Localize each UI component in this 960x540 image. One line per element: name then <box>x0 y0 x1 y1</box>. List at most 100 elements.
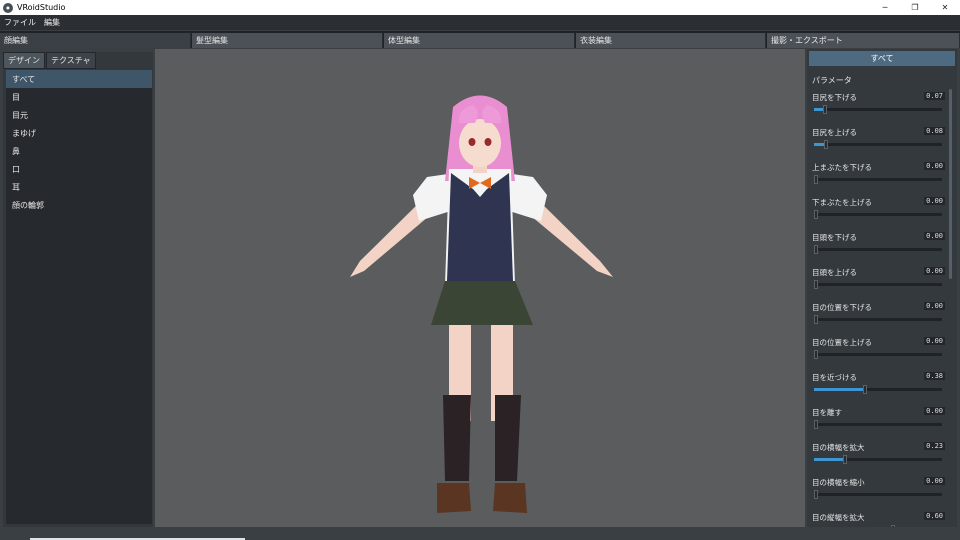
category-nose[interactable]: 鼻 <box>6 142 152 160</box>
avatar-face <box>459 119 501 167</box>
parameter-panel: すべて パラメータ 目尻を下げる 0.07 目尻を上げる 0.08 上まぶたを下げる 0.… <box>807 49 957 527</box>
parameter-row: 目を近づける 0.38 <box>809 371 948 406</box>
parameter-slider[interactable] <box>814 455 942 464</box>
parameter-row: 目を離す 0.00 <box>809 406 948 441</box>
slider-fill <box>814 458 844 461</box>
tab-hair-edit[interactable]: 髪型編集 <box>192 33 383 48</box>
slider-handle[interactable] <box>814 245 818 254</box>
3d-viewport[interactable] <box>155 49 805 527</box>
slider-fill <box>814 388 863 391</box>
slider-handle[interactable] <box>814 315 818 324</box>
parameter-value-field[interactable]: 0.00 <box>924 477 945 485</box>
category-ears[interactable]: 耳 <box>6 178 152 196</box>
parameter-label: 目を近づける <box>812 373 857 382</box>
parameter-row: 目頭を上げる 0.00 <box>809 266 948 301</box>
window-controls: ─ ❐ ✕ <box>870 0 960 15</box>
parameter-row: 目の横幅を縮小 0.00 <box>809 476 948 511</box>
left-panel: デザイン テクスチャ すべて 目 目元 まゆげ 鼻 口 耳 顔の輪郭 <box>3 52 153 527</box>
slider-handle[interactable] <box>890 525 895 527</box>
parameter-value-field[interactable]: 0.00 <box>924 302 945 310</box>
parameter-row: 目の位置を上げる 0.00 <box>809 336 948 371</box>
parameter-value-field[interactable]: 0.60 <box>924 512 945 520</box>
parameter-label: 目頭を上げる <box>812 268 857 277</box>
slider-handle[interactable] <box>862 385 867 394</box>
parameter-slider[interactable] <box>814 245 942 254</box>
minimize-button[interactable]: ─ <box>870 0 900 15</box>
parameter-slider[interactable] <box>814 350 942 359</box>
parameter-row: 目尻を下げる 0.07 <box>809 91 948 126</box>
title-bar: ● VRoidStudio ─ ❐ ✕ <box>0 0 960 15</box>
avatar-left-eye <box>468 138 476 146</box>
parameter-label: 目の位置を上げる <box>812 338 872 347</box>
parameter-value-field[interactable]: 0.00 <box>924 407 945 415</box>
avatar-skirt <box>431 281 533 325</box>
parameter-slider[interactable] <box>814 280 942 289</box>
parameter-row: 目頭を下げる 0.00 <box>809 231 948 266</box>
parameter-row: 目尻を上げる 0.08 <box>809 126 948 161</box>
slider-handle[interactable] <box>814 490 818 499</box>
subtab-design[interactable]: デザイン <box>3 52 45 69</box>
menu-edit[interactable]: 編集 <box>40 17 64 28</box>
slider-handle[interactable] <box>814 350 818 359</box>
category-all[interactable]: すべて <box>6 70 152 88</box>
slider-handle[interactable] <box>814 210 818 219</box>
parameter-value-field[interactable]: 0.08 <box>924 127 945 135</box>
parameter-row: 上まぶたを下げる 0.00 <box>809 161 948 196</box>
parameter-value-field[interactable]: 0.23 <box>924 442 945 450</box>
category-eyes[interactable]: 目 <box>6 88 152 106</box>
parameter-slider[interactable] <box>814 175 942 184</box>
category-mouth[interactable]: 口 <box>6 160 152 178</box>
all-button[interactable]: すべて <box>809 51 955 66</box>
parameter-value-field[interactable]: 0.00 <box>924 337 945 345</box>
parameter-value-field[interactable]: 0.00 <box>924 232 945 240</box>
slider-fill <box>814 108 823 111</box>
subtab-texture[interactable]: テクスチャ <box>46 52 96 69</box>
menu-file[interactable]: ファイル <box>0 17 40 28</box>
parameter-list: 目尻を下げる 0.07 目尻を上げる 0.08 上まぶたを下げる 0.00 下まぶたを上げる… <box>809 91 948 527</box>
parameter-value-field[interactable]: 0.07 <box>924 92 945 100</box>
slider-handle[interactable] <box>843 455 848 464</box>
category-eye-area[interactable]: 目元 <box>6 106 152 124</box>
avatar-right-shoe <box>493 483 527 513</box>
category-eyebrows[interactable]: まゆげ <box>6 124 152 142</box>
parameter-slider[interactable] <box>814 385 942 394</box>
slider-handle[interactable] <box>814 175 818 184</box>
parameter-slider[interactable] <box>814 490 942 499</box>
slider-fill <box>814 143 825 146</box>
avatar-left-shoe <box>437 483 471 513</box>
tab-photo-export[interactable]: 撮影・エクスポート <box>767 33 960 48</box>
parameter-value-field[interactable]: 0.00 <box>924 267 945 275</box>
parameter-slider[interactable] <box>814 420 942 429</box>
parameter-slider[interactable] <box>814 315 942 324</box>
avatar-right-sock <box>495 395 521 481</box>
slider-handle[interactable] <box>824 140 829 149</box>
parameter-slider[interactable] <box>814 105 942 114</box>
parameter-row: 目の縦幅を拡大 0.60 <box>809 511 948 527</box>
parameter-row: 下まぶたを上げる 0.00 <box>809 196 948 231</box>
category-list: すべて 目 目元 まゆげ 鼻 口 耳 顔の輪郭 <box>6 70 152 524</box>
slider-handle[interactable] <box>822 105 827 114</box>
panel-scrollbar[interactable] <box>949 89 952 279</box>
parameter-label: 目の横幅を拡大 <box>812 443 865 452</box>
mode-tab-strip: 顔編集 髪型編集 体型編集 衣装編集 撮影・エクスポート <box>0 31 960 48</box>
maximize-button[interactable]: ❐ <box>900 0 930 15</box>
tab-outfit-edit[interactable]: 衣装編集 <box>576 33 766 48</box>
parameter-label: 目頭を下げる <box>812 233 857 242</box>
tab-face-edit[interactable]: 顔編集 <box>0 33 191 48</box>
avatar-left-sock <box>443 395 471 481</box>
parameter-value-field[interactable]: 0.00 <box>924 162 945 170</box>
parameter-value-field[interactable]: 0.00 <box>924 197 945 205</box>
close-button[interactable]: ✕ <box>930 0 960 15</box>
window-title: VRoidStudio <box>17 3 66 12</box>
parameter-header: パラメータ <box>812 76 852 85</box>
parameter-label: 目を離す <box>812 408 842 417</box>
slider-handle[interactable] <box>814 280 818 289</box>
parameter-row: 目の位置を下げる 0.00 <box>809 301 948 336</box>
tab-body-edit[interactable]: 体型編集 <box>384 33 575 48</box>
parameter-slider[interactable] <box>814 210 942 219</box>
parameter-value-field[interactable]: 0.38 <box>924 372 945 380</box>
slider-handle[interactable] <box>814 420 818 429</box>
parameter-slider[interactable] <box>814 140 942 149</box>
category-face-contour[interactable]: 顔の輪郭 <box>6 196 152 214</box>
avatar-right-eye <box>484 138 492 146</box>
